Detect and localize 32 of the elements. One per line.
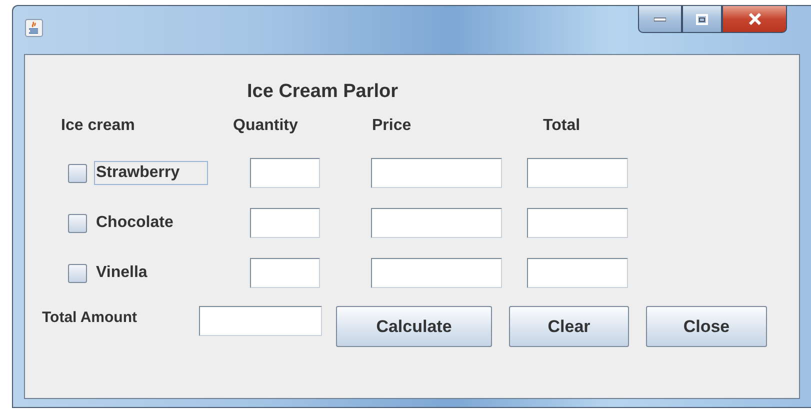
- app-icon: [25, 19, 43, 37]
- minimize-icon: [654, 16, 666, 22]
- checkbox-label[interactable]: Strawberry: [94, 161, 208, 185]
- quantity-field[interactable]: [250, 208, 320, 238]
- price-field[interactable]: [371, 258, 502, 288]
- total-field[interactable]: [527, 258, 628, 288]
- heading: Ice Cream Parlor: [247, 81, 400, 103]
- minimize-button[interactable]: [638, 6, 682, 33]
- column-header: Ice cream: [61, 117, 136, 136]
- column-header: Total: [543, 117, 582, 136]
- total-field[interactable]: [527, 158, 628, 188]
- checkbox-label[interactable]: Chocolate: [94, 211, 208, 235]
- checkbox[interactable]: [68, 264, 87, 282]
- action-button[interactable]: Close: [646, 306, 767, 347]
- total-amount-label: Total Amount: [42, 309, 138, 326]
- total-amount-field[interactable]: [199, 306, 322, 336]
- close-icon: [748, 13, 762, 25]
- checkbox-label[interactable]: Vinella: [94, 261, 208, 285]
- close-window-button[interactable]: [722, 6, 787, 33]
- checkbox[interactable]: [68, 164, 87, 182]
- price-field[interactable]: [371, 208, 502, 238]
- maximize-button[interactable]: [682, 6, 722, 33]
- column-header: Price: [372, 117, 412, 136]
- action-button[interactable]: Clear: [509, 306, 629, 347]
- total-field[interactable]: [527, 208, 628, 238]
- maximize-icon: [696, 14, 708, 24]
- column-header: Quantity: [233, 117, 299, 136]
- quantity-field[interactable]: [250, 258, 320, 288]
- quantity-field[interactable]: [250, 158, 320, 188]
- price-field[interactable]: [371, 158, 502, 188]
- action-button[interactable]: Calculate: [336, 306, 492, 347]
- checkbox[interactable]: [68, 214, 87, 232]
